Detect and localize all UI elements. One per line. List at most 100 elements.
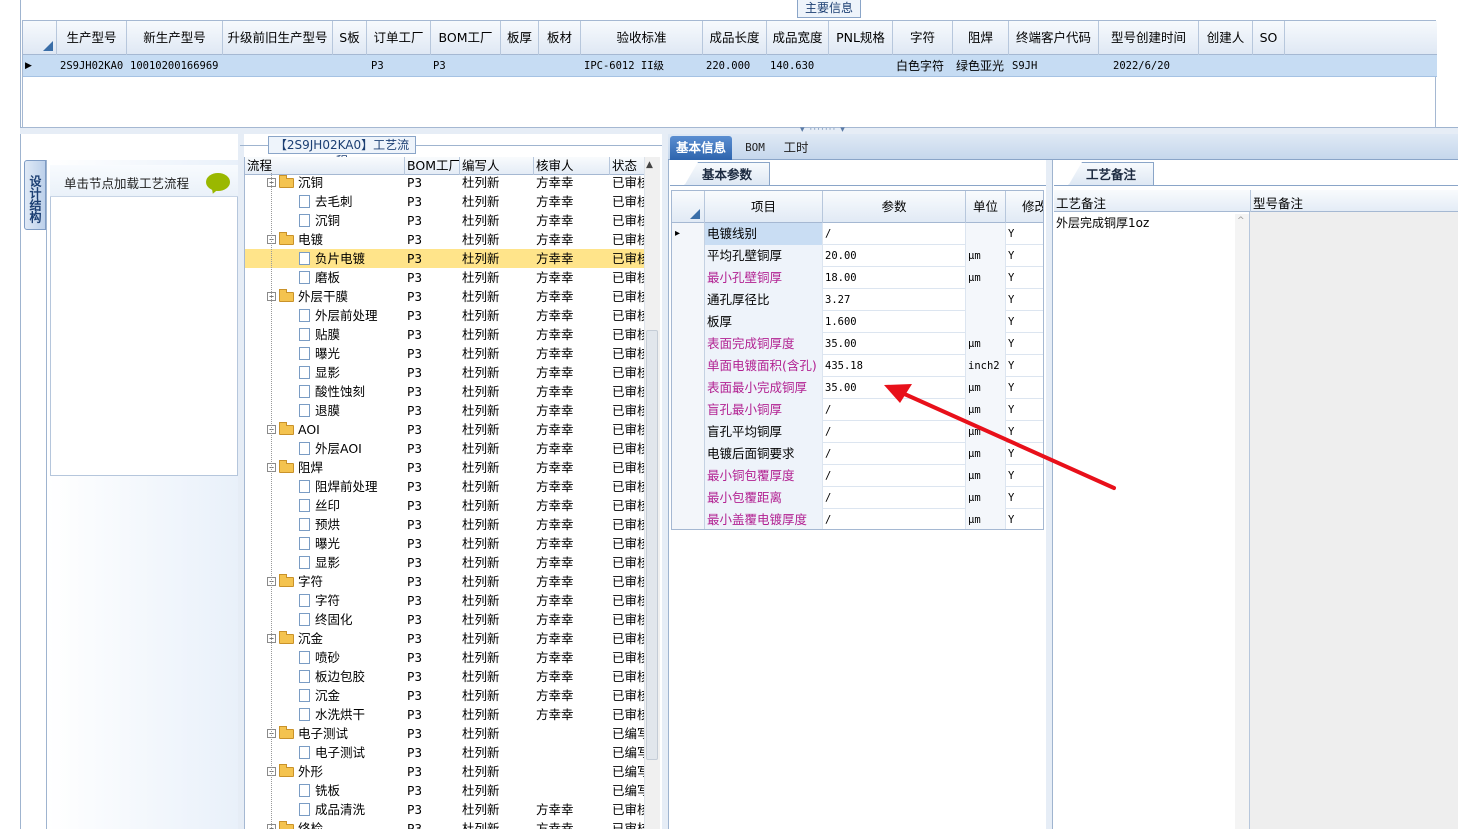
cell-standard[interactable]: IPC-6012 II级 bbox=[581, 55, 703, 77]
param-row[interactable]: 表面完成铜厚度 35.00 μm Y bbox=[672, 333, 1043, 355]
col-header-so[interactable]: SO bbox=[1253, 21, 1285, 55]
col-header-standard[interactable]: 验收标准 bbox=[581, 21, 703, 55]
col-header-length[interactable]: 成品长度 bbox=[703, 21, 767, 55]
param-col-item[interactable]: 项目 bbox=[705, 191, 823, 223]
param-modify-flag[interactable]: Y bbox=[1006, 245, 1043, 267]
tree-node[interactable]: 显影 bbox=[299, 363, 405, 382]
col-header-model[interactable]: 生产型号 bbox=[57, 21, 127, 55]
row-selector[interactable] bbox=[672, 311, 705, 333]
col-header-bom-factory[interactable]: BOM工厂 bbox=[431, 21, 501, 55]
basic-params-grid[interactable]: 项目 参数 单位 修改 ▸电镀线别/Y平均孔壁铜厚20.00μmY最小孔壁铜厚1… bbox=[671, 190, 1044, 530]
tree-node[interactable]: 终固化 bbox=[299, 610, 405, 629]
tree-cell-bom[interactable]: P3 bbox=[407, 762, 460, 781]
tree-row[interactable]: 电子测试 P3杜列新 已编写 bbox=[245, 743, 644, 762]
param-row[interactable]: 通孔厚径比 3.27 Y bbox=[672, 289, 1043, 311]
tree-cell-writer[interactable]: 杜列新 bbox=[462, 724, 534, 743]
tree-cell-writer[interactable]: 杜列新 bbox=[462, 287, 534, 306]
tree-cell-checker[interactable]: 方幸幸 bbox=[536, 439, 610, 458]
tree-cell-writer[interactable]: 杜列新 bbox=[462, 249, 534, 268]
cell-material[interactable] bbox=[539, 55, 581, 77]
tab-design-structure[interactable]: 设计结构 bbox=[24, 160, 46, 230]
col-header-create-time[interactable]: 型号创建时间 bbox=[1099, 21, 1199, 55]
col-header-material[interactable]: 板材 bbox=[539, 21, 581, 55]
row-selector[interactable] bbox=[672, 487, 705, 509]
row-selector[interactable]: ▸ bbox=[672, 223, 705, 245]
tree-cell-bom[interactable]: P3 bbox=[407, 686, 460, 705]
cell-length[interactable]: 220.000 bbox=[703, 55, 767, 77]
tree-cell-checker[interactable]: 方幸幸 bbox=[536, 230, 610, 249]
remark-col-model[interactable]: 型号备注 bbox=[1253, 193, 1303, 212]
tab-basic-info[interactable]: 基本信息 bbox=[670, 136, 732, 160]
tree-row[interactable]: 板边包胶 P3杜列新方幸幸已审核 bbox=[245, 667, 644, 686]
tree-cell-writer[interactable]: 杜列新 bbox=[462, 192, 534, 211]
param-value[interactable]: 20.00 bbox=[823, 245, 966, 267]
scroll-up-icon[interactable]: ▲ bbox=[646, 160, 653, 170]
tree-cell-writer[interactable]: 杜列新 bbox=[462, 819, 534, 829]
tree-cell-status[interactable]: 已编写 bbox=[612, 724, 644, 743]
param-value[interactable]: / bbox=[823, 487, 966, 509]
param-modify-flag[interactable]: Y bbox=[1006, 487, 1043, 509]
tree-row[interactable]: −外层干膜P3杜列新方幸幸已审核 bbox=[245, 287, 644, 306]
tree-cell-status[interactable]: 已审核 bbox=[612, 572, 644, 591]
tree-cell-writer[interactable]: 杜列新 bbox=[462, 553, 534, 572]
tree-cell-bom[interactable]: P3 bbox=[407, 648, 460, 667]
remark-scroll-up-icon[interactable]: ^ bbox=[1237, 216, 1245, 226]
tree-row[interactable]: −阻焊P3杜列新方幸幸已审核 bbox=[245, 458, 644, 477]
tree-cell-status[interactable]: 已审核 bbox=[612, 401, 644, 420]
tree-cell-writer[interactable]: 杜列新 bbox=[462, 401, 534, 420]
tree-cell-bom[interactable]: P3 bbox=[407, 382, 460, 401]
tree-node[interactable]: 阻焊前处理 bbox=[299, 477, 405, 496]
tree-cell-checker[interactable]: 方幸幸 bbox=[536, 553, 610, 572]
row-selector[interactable] bbox=[672, 333, 705, 355]
row-selector[interactable] bbox=[672, 465, 705, 487]
cell-order-factory[interactable]: P3 bbox=[367, 55, 431, 77]
tree-row[interactable]: −终检P3杜列新方幸幸已审核 bbox=[245, 819, 644, 829]
param-value[interactable]: 435.18 bbox=[823, 355, 966, 377]
row-selector[interactable] bbox=[672, 399, 705, 421]
tree-cell-status[interactable]: 已审核 bbox=[612, 344, 644, 363]
tree-node[interactable]: − 沉金 bbox=[267, 629, 405, 648]
cell-s-board[interactable] bbox=[333, 55, 367, 77]
process-remark-textbox[interactable] bbox=[1054, 212, 1250, 829]
tree-row[interactable]: 阻焊前处理 P3杜列新方幸幸已审核 bbox=[245, 477, 644, 496]
param-value[interactable]: / bbox=[823, 421, 966, 443]
col-header-old-model[interactable]: 升级前旧生产型号 bbox=[223, 21, 333, 55]
tree-cell-checker[interactable]: 方幸幸 bbox=[536, 705, 610, 724]
tree-node[interactable]: − 沉铜 bbox=[267, 173, 405, 192]
tree-cell-checker[interactable]: 方幸幸 bbox=[536, 819, 610, 829]
tree-node[interactable]: 沉铜 bbox=[299, 211, 405, 230]
tree-cell-writer[interactable]: 杜列新 bbox=[462, 667, 534, 686]
tree-cell-writer[interactable]: 杜列新 bbox=[462, 534, 534, 553]
tree-cell-status[interactable]: 已审核 bbox=[612, 192, 644, 211]
tree-cell-writer[interactable]: 杜列新 bbox=[462, 572, 534, 591]
tree-cell-writer[interactable]: 杜列新 bbox=[462, 743, 534, 762]
tree-cell-writer[interactable]: 杜列新 bbox=[462, 477, 534, 496]
tree-cell-checker[interactable]: 方幸幸 bbox=[536, 401, 610, 420]
tree-row[interactable]: −外形P3杜列新 已编写 bbox=[245, 762, 644, 781]
tree-node[interactable]: − 电镀 bbox=[267, 230, 405, 249]
param-modify-flag[interactable]: Y bbox=[1006, 443, 1043, 465]
tree-cell-checker[interactable]: 方幸幸 bbox=[536, 249, 610, 268]
row-selector[interactable] bbox=[672, 355, 705, 377]
tree-cell-status[interactable]: 已审核 bbox=[612, 382, 644, 401]
tree-cell-bom[interactable]: P3 bbox=[407, 230, 460, 249]
tree-node[interactable]: 贴膜 bbox=[299, 325, 405, 344]
tree-cell-checker[interactable] bbox=[536, 743, 610, 762]
tree-cell-writer[interactable]: 杜列新 bbox=[462, 648, 534, 667]
tree-cell-status[interactable]: 已审核 bbox=[612, 629, 644, 648]
tree-node[interactable]: 曝光 bbox=[299, 344, 405, 363]
tree-cell-bom[interactable]: P3 bbox=[407, 477, 460, 496]
tree-cell-status[interactable]: 已审核 bbox=[612, 325, 644, 344]
tree-cell-checker[interactable]: 方幸幸 bbox=[536, 325, 610, 344]
tree-node[interactable]: − 字符 bbox=[267, 572, 405, 591]
tree-row[interactable]: −电镀P3杜列新方幸幸已审核 bbox=[245, 230, 644, 249]
tree-row[interactable]: 退膜 P3杜列新方幸幸已审核 bbox=[245, 401, 644, 420]
tree-cell-status[interactable]: 已审核 bbox=[612, 667, 644, 686]
tree-row[interactable]: 酸性蚀刻 P3杜列新方幸幸已审核 bbox=[245, 382, 644, 401]
tree-row[interactable]: −沉铜P3杜列新方幸幸已审核 bbox=[245, 173, 644, 192]
tree-cell-checker[interactable]: 方幸幸 bbox=[536, 306, 610, 325]
cell-new-model[interactable]: 10010200166969 bbox=[127, 55, 223, 77]
tree-cell-status[interactable]: 已审核 bbox=[612, 268, 644, 287]
param-row[interactable]: 盲孔最小铜厚 / μm Y bbox=[672, 399, 1043, 421]
tree-cell-bom[interactable]: P3 bbox=[407, 610, 460, 629]
